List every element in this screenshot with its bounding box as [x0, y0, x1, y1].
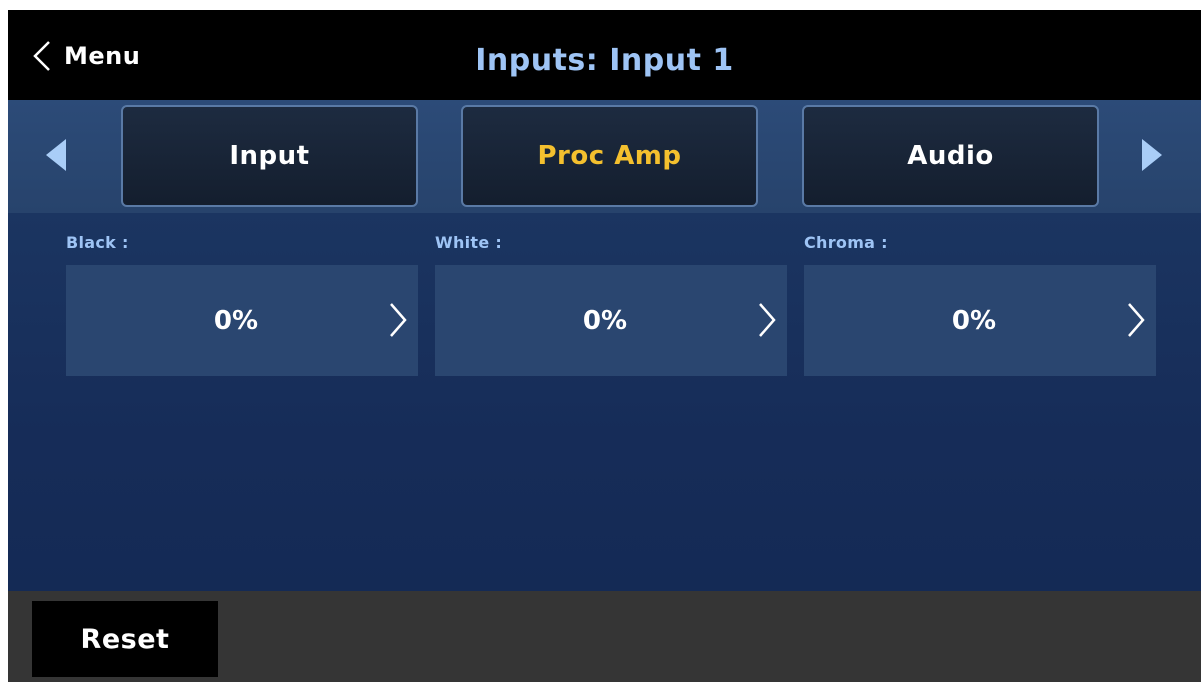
white-label: White : [435, 233, 503, 252]
tab-bar: Input Proc Amp Audio [8, 100, 1201, 213]
chroma-value: 0% [951, 305, 997, 336]
back-to-menu-button[interactable]: Menu [32, 34, 140, 78]
reset-button[interactable]: Reset [32, 601, 218, 677]
white-value-field[interactable]: 0% [435, 265, 787, 376]
chevron-right-icon [388, 302, 408, 342]
proc-amp-panel: Black : 0% White : 0% Chroma : 0% [8, 213, 1201, 591]
tab-input[interactable]: Input [121, 105, 418, 207]
page-title: Inputs: Input 1 [475, 42, 734, 78]
chroma-label: Chroma : [804, 233, 888, 252]
chroma-value-field[interactable]: 0% [804, 265, 1156, 376]
footer-bar: Reset [8, 591, 1201, 682]
tab-audio[interactable]: Audio [802, 105, 1099, 207]
tab-proc-amp[interactable]: Proc Amp [461, 105, 758, 207]
back-label: Menu [64, 42, 141, 70]
triangle-left-icon [42, 139, 72, 177]
header-bar: Inputs: Input 1 Menu [8, 10, 1201, 100]
black-value: 0% [213, 305, 259, 336]
black-value-field[interactable]: 0% [66, 265, 418, 376]
tab-next-button[interactable] [1136, 137, 1166, 173]
tab-prev-button[interactable] [42, 137, 72, 173]
chevron-left-icon [32, 40, 52, 72]
chevron-right-icon [757, 302, 777, 342]
device-screen: Inputs: Input 1 Menu Input Proc Amp Audi… [8, 10, 1201, 682]
black-label: Black : [66, 233, 129, 252]
white-value: 0% [582, 305, 628, 336]
chevron-right-icon [1126, 302, 1146, 342]
triangle-right-icon [1136, 139, 1166, 177]
